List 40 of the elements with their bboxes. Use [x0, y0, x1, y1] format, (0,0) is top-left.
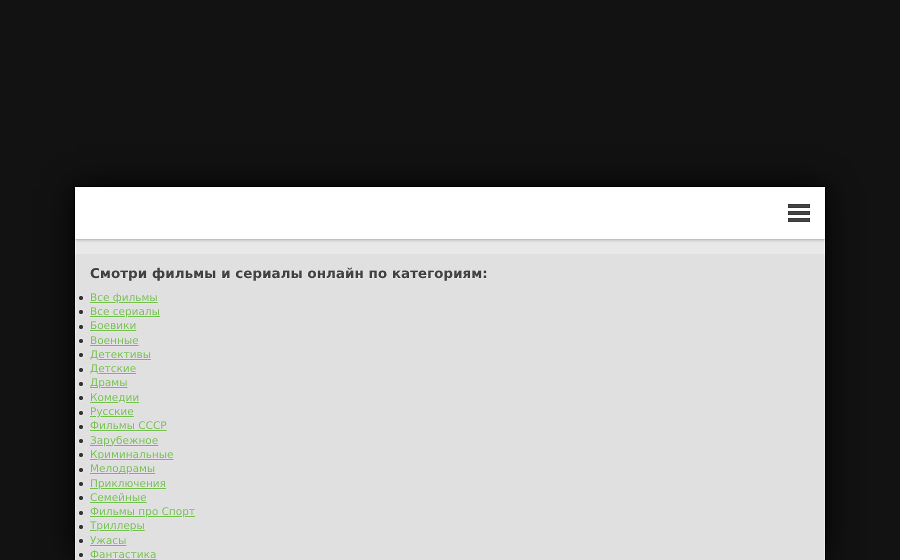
category-link[interactable]: Приключения [90, 478, 166, 490]
bullet-icon [79, 539, 83, 544]
category-link[interactable]: Мелодрамы [90, 463, 156, 476]
bullet-icon [79, 324, 83, 329]
bullet-icon [79, 310, 83, 314]
bullet-icon [79, 339, 83, 344]
category-link[interactable]: Все сериалы [90, 306, 160, 319]
category-link[interactable]: Комедии [90, 392, 140, 405]
category-link[interactable]: Боевики [90, 320, 136, 334]
bullet-icon [79, 496, 83, 500]
bullet-icon [79, 353, 83, 358]
bullet-icon [79, 453, 83, 458]
bullet-icon [79, 396, 83, 400]
category-link[interactable]: Фильмы про Спорт [90, 506, 196, 520]
bullet-icon [79, 468, 83, 472]
category-link[interactable]: Семейные [90, 492, 147, 505]
category-link[interactable]: Русские [90, 406, 134, 420]
category-link[interactable]: Зарубежное [90, 434, 158, 448]
category-link[interactable]: Военные [90, 334, 139, 348]
bullet-icon [79, 296, 83, 300]
bullet-icon [79, 382, 83, 386]
bullet-icon [79, 410, 83, 415]
bullet-icon [79, 424, 83, 429]
category-link[interactable]: Триллеры [90, 520, 145, 534]
category-link[interactable]: Драмы [90, 377, 128, 390]
category-link[interactable]: Криминальные [90, 448, 174, 462]
category-link[interactable]: Ужасы [90, 534, 126, 548]
category-link[interactable]: Фильмы СССР [90, 420, 167, 434]
bullet-icon [79, 524, 83, 529]
bullet-icon [79, 553, 83, 558]
bullet-icon [79, 510, 83, 515]
bullet-icon [79, 439, 83, 444]
section-heading: Смотри фильмы и сериалы онлайн по категориям: [90, 266, 489, 282]
bullet-icon [79, 368, 83, 372]
bullet-icon [79, 482, 83, 486]
category-link[interactable]: Детские [90, 363, 136, 376]
category-link[interactable]: Фантастика [90, 548, 156, 560]
category-link[interactable]: Все фильмы [90, 292, 158, 305]
category-link[interactable]: Детективы [90, 348, 152, 362]
menu-icon[interactable] [788, 204, 810, 222]
